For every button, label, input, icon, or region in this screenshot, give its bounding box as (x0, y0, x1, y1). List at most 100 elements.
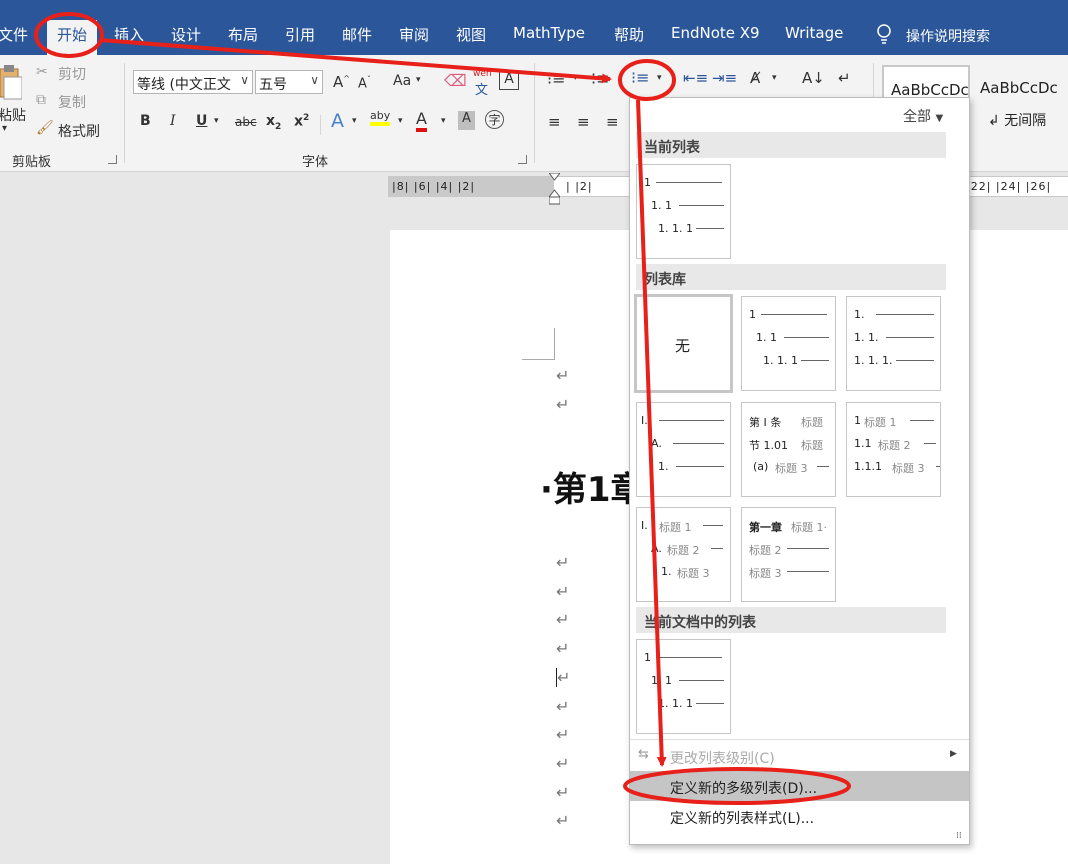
subscript-button[interactable]: x2 (266, 113, 281, 132)
character-border-icon[interactable]: A (499, 70, 519, 90)
tab-insert[interactable]: 插入 (114, 24, 144, 45)
font-size-combo[interactable]: 五号 ∨ (255, 70, 323, 94)
chinese-layout-icon[interactable]: Ⱥ (750, 69, 760, 87)
tab-help[interactable]: 帮助 (614, 24, 644, 45)
list-style-current[interactable]: 1 1. 1 1. 1. 1 (636, 164, 731, 259)
filter-dropdown[interactable]: 全部 ▼ (903, 106, 943, 126)
list-style-roman[interactable]: I. A. 1. (636, 402, 731, 497)
style-nospacing-preview: AaBbCcDc (980, 79, 1058, 97)
resize-grip-icon[interactable]: ⁞⁞ (956, 831, 962, 841)
text-effects-icon[interactable]: A (331, 110, 344, 132)
font-family-value: 等线 (中文正文 (137, 77, 231, 93)
align-left-icon[interactable]: ≡ (548, 113, 561, 131)
bullets-icon[interactable]: ⁝≡ (547, 69, 566, 88)
list-level-2: A. (651, 437, 662, 450)
tell-me-search[interactable]: 操作说明搜索 (906, 26, 990, 46)
change-case-button[interactable]: Aa (393, 73, 411, 89)
section-current-list: 当前列表 (636, 132, 946, 158)
font-launcher-icon[interactable] (518, 155, 527, 164)
tab-design[interactable]: 设计 (171, 24, 201, 45)
clear-formatting-icon[interactable]: ⌫ (444, 71, 467, 90)
list-style-chapter[interactable]: 第一章 标题 1· 标题 2 标题 3 (741, 507, 836, 602)
superscript-button[interactable]: x2 (294, 113, 309, 130)
enclose-characters-icon[interactable]: 字 (485, 110, 504, 129)
numbering-icon[interactable]: ⁝≡ (591, 69, 610, 88)
list-level-2: 1. 1 (651, 199, 672, 212)
sort-icon[interactable]: A↓ (802, 69, 825, 87)
list-level-1: 1 (644, 651, 651, 664)
font-color-button[interactable]: A (416, 110, 427, 132)
font-family-combo[interactable]: 等线 (中文正文 ∨ (133, 70, 253, 94)
list-level-1-title: 标题 (801, 416, 823, 429)
highlight-button[interactable]: aby (370, 109, 391, 126)
underline-button[interactable]: U (196, 113, 207, 129)
group-divider (124, 63, 125, 163)
tab-file[interactable]: 文件 (0, 24, 28, 45)
menu-divider (630, 739, 969, 740)
format-painter-icon: 🖌 (36, 120, 54, 136)
list-level-1: I. (641, 519, 648, 532)
tab-mailings[interactable]: 邮件 (342, 24, 372, 45)
chevron-down-icon[interactable]: ∨ (238, 73, 249, 87)
strikethrough-button[interactable]: abc (235, 115, 257, 129)
tab-writage[interactable]: Writage (785, 24, 843, 42)
change-list-level-item[interactable]: ⇆ 更改列表级别(C) ▶ (630, 741, 969, 771)
show-marks-icon[interactable]: ↵ (838, 69, 851, 87)
list-level-3: 1. 1. 1 (658, 222, 693, 235)
cut-button[interactable]: 剪切 (58, 64, 86, 84)
multilevel-list-button[interactable]: ⁝≡ (631, 68, 650, 87)
indent-marker-icon[interactable] (549, 173, 560, 205)
clipboard-group-label: 剪贴板 (12, 155, 52, 170)
decrease-indent-icon[interactable]: ⇤≡ (683, 69, 708, 87)
highlight-chevron-icon[interactable]: ▾ (398, 116, 403, 126)
tab-home[interactable]: 开始 (47, 20, 98, 55)
style-no-spacing[interactable]: AaBbCcDc ↲ 无间隔 (972, 65, 1068, 143)
italic-button[interactable]: I (170, 113, 176, 129)
tab-review[interactable]: 审阅 (399, 24, 429, 45)
paste-icon[interactable] (0, 65, 22, 101)
font-color-chevron-icon[interactable]: ▾ (441, 116, 446, 126)
shrink-font-icon[interactable]: Aˇ (358, 75, 371, 91)
multilevel-list-chevron-icon[interactable]: ▾ (657, 73, 662, 83)
list-style-none[interactable]: 无 (634, 294, 733, 393)
list-style-article-section[interactable]: 第 Ⅰ 条标题 节 1.01 标题 (a) 标题 3 (741, 402, 836, 497)
tab-view[interactable]: 视图 (456, 24, 486, 45)
underline-chevron-icon[interactable]: ▾ (214, 116, 219, 126)
tab-endnote[interactable]: EndNote X9 (671, 24, 760, 42)
clipboard-launcher-icon[interactable] (108, 155, 117, 164)
list-style-document[interactable]: 1 1. 1 1. 1. 1 (636, 639, 731, 734)
tab-layout[interactable]: 布局 (228, 24, 258, 45)
define-new-multilevel-list-item[interactable]: 定义新的多级列表(D)... (630, 771, 969, 801)
paragraph-mark-icon: ↵ (556, 725, 570, 744)
phonetic-guide-button[interactable]: wén (473, 69, 492, 79)
list-style-heading-roman[interactable]: I. 标题 1 A. 标题 2 1. 标题 3 (636, 507, 731, 602)
tab-mathtype[interactable]: MathType (513, 24, 585, 42)
list-style-numeric-dotted[interactable]: 1. 1. 1. 1. 1. 1. (846, 296, 941, 391)
tab-references[interactable]: 引用 (285, 24, 315, 45)
character-shading-icon[interactable]: A (458, 111, 475, 130)
format-painter-button[interactable]: 格式刷 (58, 121, 100, 141)
align-center-icon[interactable]: ≡ (577, 113, 590, 131)
paragraph-mark-icon: ↵ (556, 639, 570, 658)
ruler-left-numbers: |8| |6| |4| |2| (392, 180, 476, 193)
list-level-1-title: 标题 1 (659, 521, 692, 534)
list-style-heading-numeric[interactable]: 1 标题 1 1.1 标题 2 1.1.1 标题 3 (846, 402, 941, 497)
list-level-1: 1 (854, 414, 861, 427)
chevron-down-icon[interactable]: ∨ (310, 73, 319, 87)
chinese-layout-chevron-icon[interactable]: ▾ (772, 73, 777, 83)
text-effects-chevron-icon[interactable]: ▾ (352, 116, 357, 126)
subscript-mark: 2 (275, 121, 282, 132)
paste-dropdown-chevron-icon[interactable]: ▾ (2, 123, 7, 134)
change-case-chevron-icon[interactable]: ▾ (416, 75, 421, 85)
grow-font-icon[interactable]: A^ (333, 73, 350, 91)
bullets-chevron-icon[interactable]: ▾ (573, 73, 578, 83)
align-right-icon[interactable]: ≡ (606, 113, 619, 131)
margin-corner-mark (522, 328, 555, 360)
increase-indent-icon[interactable]: ⇥≡ (712, 69, 737, 87)
list-style-numeric[interactable]: 1 1. 1 1. 1. 1 (741, 296, 836, 391)
paste-button[interactable]: 粘贴 (0, 105, 26, 125)
list-level-3-title: 标题 3 (775, 462, 808, 475)
define-new-list-style-item[interactable]: 定义新的列表样式(L)... (630, 801, 969, 831)
bold-button[interactable]: B (140, 113, 151, 129)
copy-button[interactable]: 复制 (58, 92, 86, 112)
